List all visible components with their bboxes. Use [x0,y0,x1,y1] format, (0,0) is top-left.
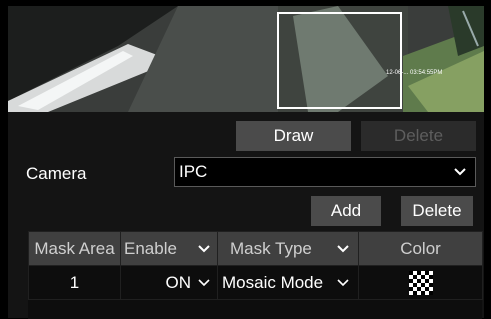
chevron-down-icon[interactable] [336,276,350,290]
table-header-row: Mask Area Enable Mask Type Color [28,231,483,266]
column-mask-type-label: Mask Type [230,239,312,258]
camera-select[interactable]: IPC [174,157,476,187]
delete-draw-button[interactable]: Delete [361,121,476,151]
chevron-down-icon[interactable] [197,242,211,256]
chevron-down-icon[interactable] [336,242,350,256]
column-mask-area: Mask Area [28,231,121,266]
color-cell[interactable] [358,265,483,300]
enable-cell[interactable]: ON [120,265,218,300]
mosaic-pattern-icon [408,270,433,295]
column-enable-label: Enable [124,239,177,258]
table-empty-area [28,299,482,319]
delete-button[interactable]: Delete [401,196,473,226]
camera-label: Camera [26,164,87,183]
column-mask-type[interactable]: Mask Type [217,231,359,266]
table-row: 1 ON Mosaic Mode [28,265,483,300]
camera-preview[interactable]: 12-06-... 03:54:55PM [8,6,484,112]
camera-select-value: IPC [179,162,208,181]
mask-type-value: Mosaic Mode [222,273,324,292]
draw-button[interactable]: Draw [236,121,351,151]
mask-area-cell: 1 [28,265,121,300]
chevron-down-icon [454,168,466,176]
mask-table: Mask Area Enable Mask Type Color 1 ON Mo… [28,231,483,300]
mask-area-rectangle[interactable] [277,12,402,109]
privacy-mask-panel: Draw Delete Camera IPC Add Delete Mask A… [8,112,484,319]
mask-type-cell[interactable]: Mosaic Mode [217,265,359,300]
column-color: Color [358,231,483,266]
column-enable[interactable]: Enable [120,231,218,266]
add-button[interactable]: Add [311,196,381,226]
enable-value: ON [165,273,192,292]
chevron-down-icon[interactable] [197,276,211,290]
